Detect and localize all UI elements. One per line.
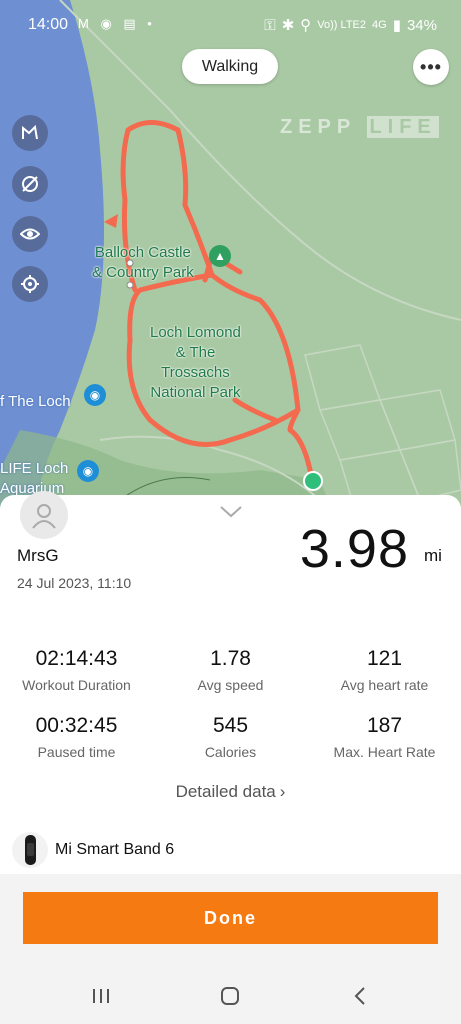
workout-route <box>120 120 315 483</box>
bluetooth-icon: ✱ <box>281 17 295 34</box>
visibility-button[interactable] <box>12 216 48 252</box>
detailed-data-link[interactable]: Detailed data › <box>0 782 461 802</box>
recent-apps-icon <box>93 989 109 1003</box>
camera-poi-icon: ◉ <box>77 460 99 482</box>
home-button[interactable] <box>215 983 245 1009</box>
notification-icons: M ◉ ▤ • <box>78 16 156 31</box>
user-name: MrsG <box>17 546 59 565</box>
hide-map-icon <box>22 176 38 192</box>
stat-value: 02:14:43 <box>35 647 118 670</box>
device-name: Mi Smart Band 6 <box>55 841 175 858</box>
map-label-the-loch: f The Loch <box>0 393 71 410</box>
route-map[interactable]: 14:00 M ◉ ▤ • ⚿ ✱ ⚲ Vo)) LTE2 4G ▮ 34% W… <box>0 0 461 530</box>
chevron-down-icon[interactable] <box>219 505 243 519</box>
status-bar: 14:00 M ◉ ▤ • ⚿ ✱ ⚲ Vo)) LTE2 4G ▮ 34% <box>0 0 461 50</box>
stat-label: Workout Duration <box>22 677 131 693</box>
stat-max-heart-rate: 187 Max. Heart Rate <box>308 714 461 760</box>
done-button[interactable]: Done <box>23 892 438 944</box>
signal-label: 4G <box>372 19 387 31</box>
home-icon <box>221 987 239 1005</box>
status-time: 14:00 <box>28 16 69 33</box>
user-icon <box>32 504 56 529</box>
watermark-life: LIFE <box>367 116 439 138</box>
recent-apps-button[interactable] <box>86 983 116 1009</box>
more-options-button[interactable]: ••• <box>413 49 449 85</box>
watermark-zepp: ZEPP <box>280 116 356 138</box>
key-icon: ⚿ <box>264 16 276 34</box>
distance-unit: mi <box>424 546 442 565</box>
battery-label: 34% <box>406 16 437 34</box>
stat-calories: 545 Calories <box>154 714 307 760</box>
eye-icon <box>20 228 40 240</box>
zepp-life-watermark: ZEPP LIFE <box>280 116 439 139</box>
stat-label: Avg heart rate <box>340 677 429 693</box>
stat-avg-speed: 1.78 Avg speed <box>154 647 307 693</box>
detailed-data-label: Detailed data <box>175 782 276 801</box>
back-icon <box>354 987 365 1005</box>
map-label-balloch: Balloch Castle & Country Park <box>92 244 194 281</box>
park-icon: ▲ <box>209 245 231 267</box>
stat-paused-time: 00:32:45 Paused time <box>0 714 153 760</box>
distance-value: 3.98 <box>299 519 409 579</box>
network-label: Vo)) LTE2 <box>317 19 367 31</box>
hide-map-button[interactable] <box>12 166 48 202</box>
locate-button[interactable] <box>12 266 48 302</box>
signal-bars-icon: ▮ <box>392 17 401 34</box>
more-dots-icon: ••• <box>420 56 442 77</box>
stat-value: 545 <box>212 714 249 737</box>
stat-label: Avg speed <box>197 677 264 693</box>
avatar <box>20 491 68 539</box>
stat-label: Paused time <box>37 744 116 760</box>
stat-label: Max. Heart Rate <box>333 744 436 760</box>
camera-poi-icon: ◉ <box>84 384 106 406</box>
stat-value: 121 <box>366 647 403 670</box>
route-end-marker <box>303 471 323 491</box>
stat-value: 1.78 <box>210 647 251 670</box>
chevron-right-icon: › <box>279 782 286 801</box>
stat-value: 00:32:45 <box>35 714 118 737</box>
back-button[interactable] <box>345 983 375 1009</box>
map-label-loch-lomond: Loch Lomond & The Trossachs National Par… <box>150 324 241 401</box>
stat-avg-heart-rate: 121 Avg heart rate <box>308 647 461 693</box>
status-right: ⚿ ✱ ⚲ Vo)) LTE2 4G ▮ 34% <box>264 16 437 35</box>
activity-type-pill[interactable]: Walking <box>182 49 278 84</box>
workout-date: 24 Jul 2023, 11:10 <box>17 575 132 591</box>
stat-label: Calories <box>204 744 257 760</box>
smart-band-icon <box>12 832 48 868</box>
crosshair-icon <box>21 275 39 293</box>
map-style-icon <box>22 124 38 140</box>
map-style-button[interactable] <box>12 115 48 151</box>
stat-workout-duration: 02:14:43 Workout Duration <box>0 647 153 693</box>
location-icon: ⚲ <box>300 17 312 34</box>
stat-value: 187 <box>366 714 403 737</box>
